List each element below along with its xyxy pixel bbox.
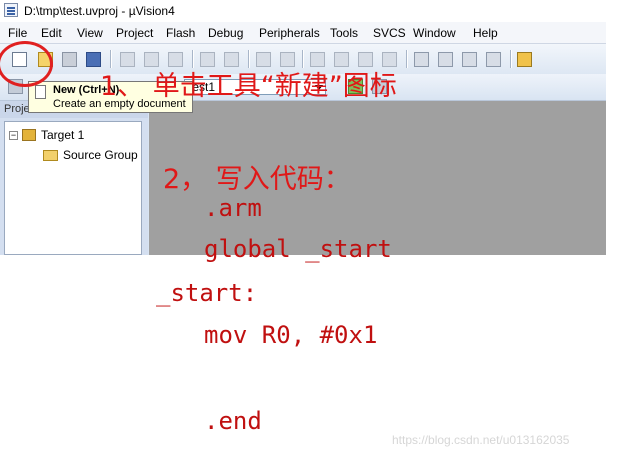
save-icon[interactable]	[62, 52, 77, 67]
document-icon	[35, 85, 46, 99]
menu-edit[interactable]: Edit	[41, 26, 62, 40]
watermark: https://blog.csdn.net/u013162035	[392, 433, 570, 447]
menu-help[interactable]: Help	[473, 26, 498, 40]
menu-tools[interactable]: Tools	[330, 26, 358, 40]
toolbar-separator	[406, 50, 408, 68]
code-line: _start:	[156, 279, 258, 307]
uvision-window: D:\tmp\test.uvproj - µVision4 File Edit …	[0, 0, 606, 255]
comment-icon[interactable]	[462, 52, 477, 67]
app-icon	[4, 3, 18, 17]
project-pane-title: Proje	[4, 103, 30, 115]
menu-bar: File Edit View Project Flash Debug Perip…	[0, 22, 606, 44]
code-line: .end	[204, 407, 262, 435]
menu-window[interactable]: Window	[413, 26, 456, 40]
tree-item-label: Source Group	[63, 148, 138, 162]
menu-project[interactable]: Project	[116, 26, 153, 40]
window-title: D:\tmp\test.uvproj - µVision4	[24, 4, 175, 18]
annotation-step1: 1、 单击工具“新建”图标	[100, 71, 397, 102]
toolbar-separator	[510, 50, 512, 68]
target-icon	[22, 129, 36, 141]
tree-item-label: Target 1	[41, 128, 85, 142]
menu-view[interactable]: View	[77, 26, 103, 40]
save-all-icon[interactable]	[86, 52, 101, 67]
folder-icon	[43, 150, 58, 161]
indent-icon[interactable]	[414, 52, 429, 67]
title-bar: D:\tmp\test.uvproj - µVision4	[0, 0, 606, 22]
menu-debug[interactable]: Debug	[208, 26, 243, 40]
code-line: global _start	[204, 235, 392, 263]
uncomment-icon[interactable]	[486, 52, 501, 67]
code-line: .arm	[204, 194, 262, 222]
project-tree: − Target 1 Source Group	[4, 121, 142, 255]
unindent-icon[interactable]	[438, 52, 453, 67]
expand-toggle-icon[interactable]: −	[9, 131, 18, 140]
menu-peripherals[interactable]: Peripherals	[259, 26, 320, 40]
annotation-step2: 2， 写入代码：	[163, 164, 351, 195]
menu-svcs[interactable]: SVCS	[373, 26, 406, 40]
menu-flash[interactable]: Flash	[166, 26, 195, 40]
code-line: mov R0, #0x1	[204, 321, 378, 349]
find-in-files-icon[interactable]	[517, 52, 532, 67]
menu-file[interactable]: File	[8, 26, 27, 40]
